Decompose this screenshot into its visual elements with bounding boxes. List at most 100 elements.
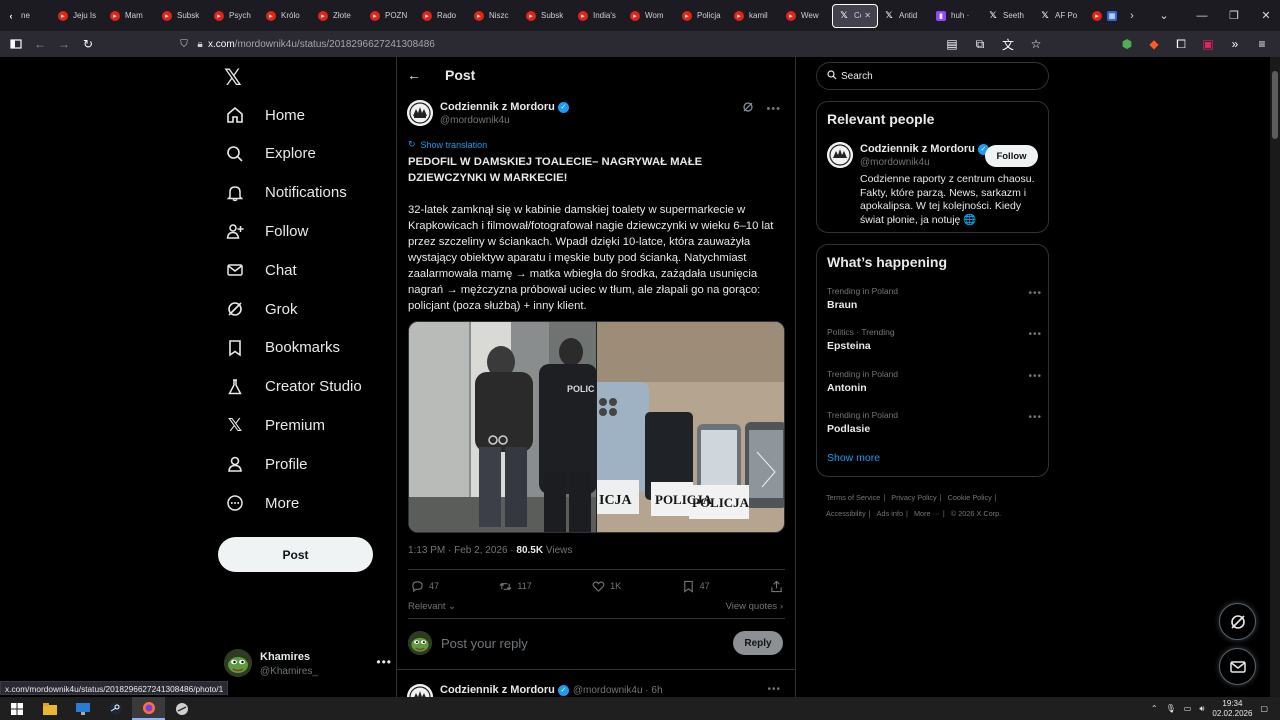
browser-tab[interactable]: 𝕏 Seeth [982,4,1034,28]
reply-input[interactable]: Post your reply [441,636,528,651]
footer-link[interactable]: Privacy Policy [891,493,936,502]
repost-action[interactable]: 117 [499,580,532,593]
browser-tab[interactable]: ▸ Subsk [156,4,208,28]
clock[interactable]: 19:34 02.02.2026 [1212,699,1252,719]
sidebar-toggle-icon[interactable] [4,34,28,54]
browser-tab[interactable]: ▸ kamil [728,4,780,28]
like-action[interactable]: 1K [592,580,621,593]
browser-tab[interactable]: ▸ Mam [104,4,156,28]
address-bar[interactable]: ⛉ 🔒︎ x.com/mordownik4u/status/2018296627… [176,34,1046,54]
post-photo-2[interactable]: ICJA POLICJA POLICJA [596,322,784,532]
sort-dropdown[interactable]: Relevant ⌄ [408,601,456,612]
person-handle[interactable]: @mordownik4u [860,157,930,168]
person-avatar[interactable] [827,142,853,168]
app-icon[interactable] [165,697,198,720]
bookmark-star-icon[interactable]: ☆ [1024,34,1048,54]
firefox-icon[interactable] [132,697,165,720]
author-name-row[interactable]: Codziennik z Mordoru ✓ [440,101,569,113]
post-button[interactable]: Post [218,537,373,572]
page-scrollbar[interactable] [1270,57,1280,697]
post-photo-1[interactable]: POLIC [409,322,596,532]
translate-icon[interactable]: 文 [996,34,1020,54]
browser-tab[interactable]: ▸ Królo [260,4,312,28]
browser-tab[interactable]: ▮ huh · [930,4,982,28]
tab-close-icon[interactable]: ✕ [864,11,871,20]
browser-tab[interactable]: ▸ Psych [208,4,260,28]
trend-item[interactable]: Politics · Trending Epsteina ••• [827,327,1042,357]
reply-author-avatar[interactable] [407,684,433,697]
nav-item-premium[interactable]: 𝕏 Premium [224,410,325,440]
trend-item[interactable]: Trending in Poland Antonin ••• [827,369,1042,399]
nav-item-notifications[interactable]: Notifications [224,178,347,208]
reload-icon[interactable]: ↻ [76,34,100,54]
author-name[interactable]: Codziennik z Mordoru [440,101,555,113]
more-dots-icon[interactable]: ••• [1028,288,1042,299]
nav-item-explore[interactable]: Explore [224,139,316,169]
more-dots-icon[interactable]: ••• [767,684,781,695]
browser-tab[interactable]: ▸ Złote [312,4,364,28]
footer-link[interactable]: Accessibility [826,509,866,518]
nav-item-bookmarks[interactable]: Bookmarks [224,333,340,363]
file-explorer-icon[interactable] [33,697,66,720]
reply-item[interactable]: Codziennik z Mordoru ✓ @mordownik4u · 6h •… [407,682,787,697]
screenshot-icon[interactable]: ⧉ [968,34,992,54]
nav-item-follow[interactable]: Follow [224,216,308,246]
back-icon[interactable]: ← [28,34,52,54]
download-badge-icon[interactable]: ▣ [1196,34,1220,54]
vpn-shield-icon[interactable]: ⬢ [1115,34,1139,54]
grok-icon[interactable] [742,101,754,116]
browser-tab[interactable]: ▸ Niszc [468,4,520,28]
microphone-icon[interactable]: 🎙︎ [1166,704,1176,713]
forward-icon[interactable]: → [52,34,76,54]
person-name-row[interactable]: Codziennik z Mordoru ✓ [860,143,989,155]
volume-icon[interactable]: 🔊︎ [1199,704,1204,714]
footer-link[interactable]: Ads info [877,509,903,518]
account-switcher[interactable]: Khamires @Khamires_ ••• [224,647,394,681]
reader-view-icon[interactable]: ▤ [940,34,964,54]
browser-tab[interactable]: ▸ Policja [676,4,728,28]
browser-tab[interactable]: 𝕏 Co✕ [832,3,878,28]
window-close-icon[interactable]: ✕ [1250,9,1280,22]
nav-item-chat[interactable]: Chat [224,255,297,285]
search-input[interactable]: Search [816,62,1049,90]
notification-icon[interactable]: ▢ [1260,704,1268,713]
windows-start-icon[interactable] [0,697,33,720]
chevron-right-icon[interactable]: › [1116,10,1148,22]
browser-tab[interactable]: ▸ Jeju Is [52,4,104,28]
reply-button[interactable]: Reply [733,631,783,655]
lock-icon[interactable]: 🔒︎ [192,39,208,50]
author-avatar[interactable] [407,100,433,126]
browser-tab[interactable]: ▸ Subsk [520,4,572,28]
footer-link[interactable]: More ··· [914,509,940,518]
footer-link[interactable]: Terms of Service [826,493,880,502]
trend-item[interactable]: Trending in Poland Braun ••• [827,286,1042,316]
back-arrow-icon[interactable]: ← [397,67,433,83]
person-name[interactable]: Codziennik z Mordoru [860,143,975,155]
browser-tab[interactable]: ▸ Rado [416,4,468,28]
scrollbar-thumb[interactable] [1272,71,1278,139]
show-more-link[interactable]: Show more [827,452,880,464]
grok-fab[interactable] [1219,603,1256,640]
trend-item[interactable]: Trending in Poland Podlasie ••• [827,410,1042,440]
browser-tab[interactable]: ▸ POZN [364,4,416,28]
fox-extension-icon[interactable]: ◆ [1142,34,1166,54]
view-quotes-link[interactable]: View quotes › [726,601,783,612]
chevron-up-icon[interactable]: ⌃ [1151,704,1158,713]
share-action[interactable] [770,580,783,593]
browser-tab[interactable]: 𝕏 AF Po [1034,4,1086,28]
nav-item-grok[interactable]: Grok [224,294,298,324]
more-dots-icon[interactable]: ••• [1028,412,1042,423]
post-timestamp[interactable]: 1:13 PM · Feb 2, 2026 · [408,545,516,556]
browser-tab[interactable]: 𝕏 Antid [878,4,930,28]
author-handle[interactable]: @mordownik4u [440,115,510,126]
monitor-app-icon[interactable] [66,697,99,720]
footer-link[interactable]: Cookie Policy [948,493,992,502]
nav-item-profile[interactable]: Profile [224,449,308,479]
reply-action[interactable]: 47 [411,580,439,593]
nav-item-creator-studio[interactable]: Creator Studio [224,372,362,402]
network-icon[interactable]: ▭ [1184,704,1192,713]
extensions-puzzle-icon[interactable]: ⧠ [1169,34,1193,54]
follow-button[interactable]: Follow [985,145,1038,167]
minimize-icon[interactable]: — [1186,10,1218,22]
shield-icon[interactable]: ⛉ [176,39,192,50]
